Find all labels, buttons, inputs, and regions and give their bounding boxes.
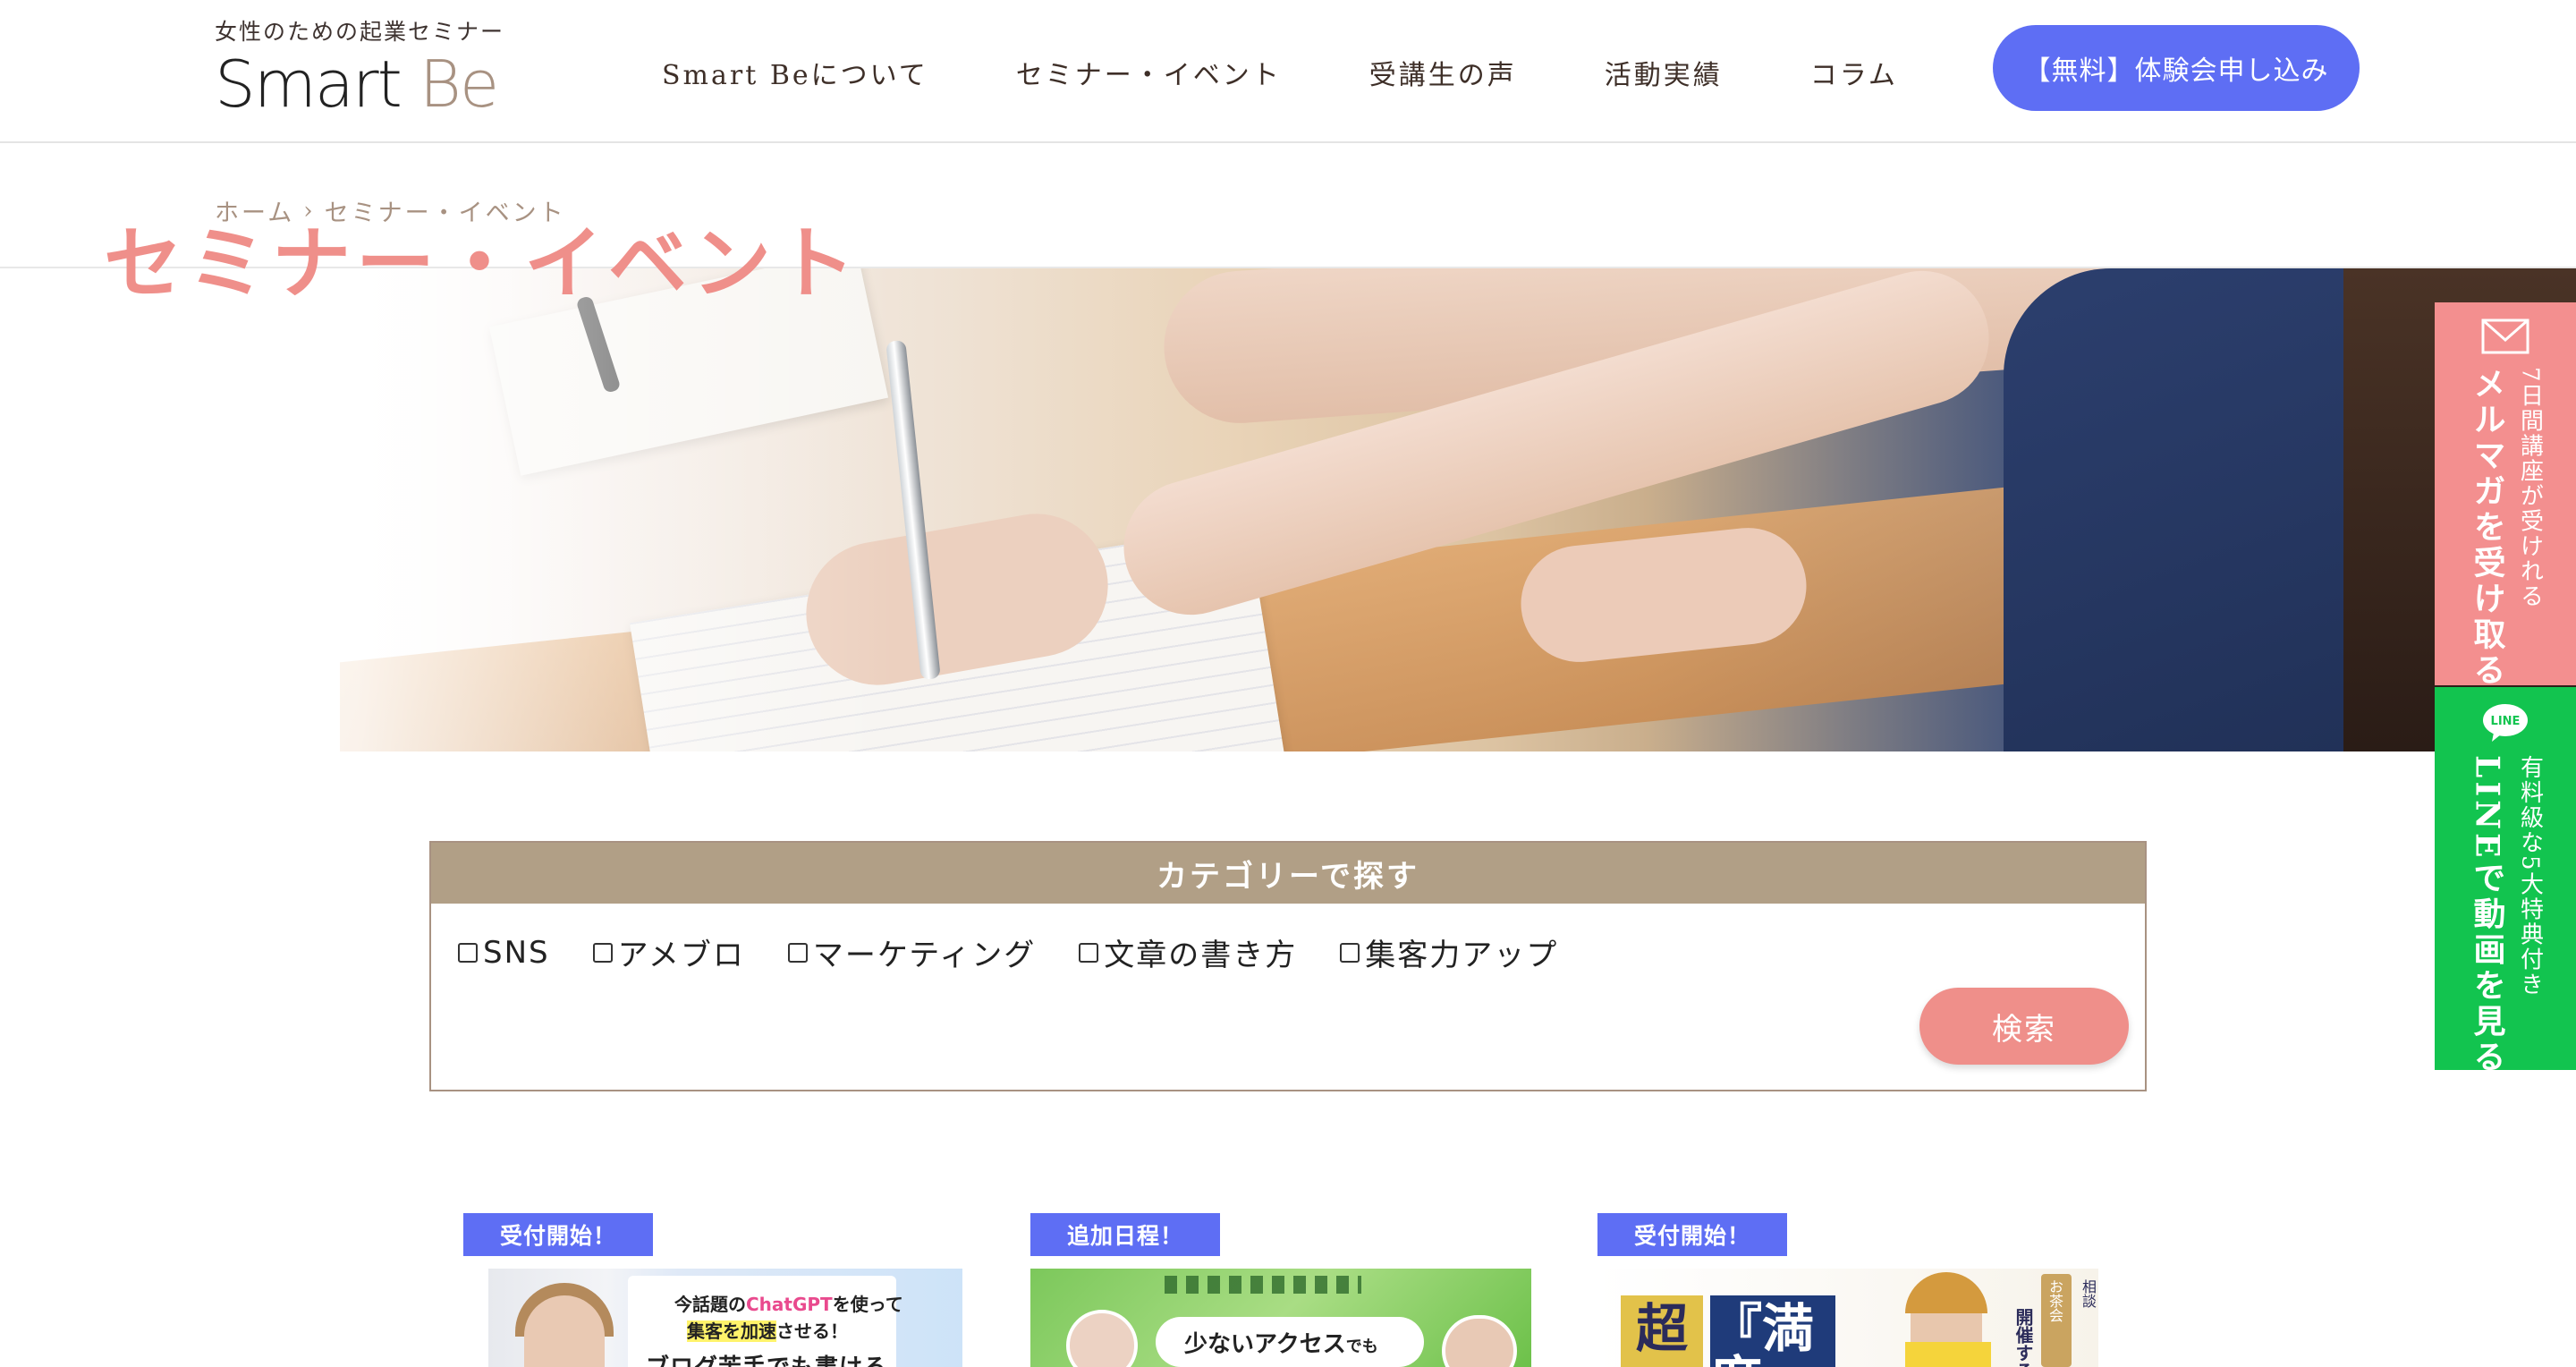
line-side-text: 有料級な5大特典付き LINEで動画を見る [2464, 755, 2547, 1076]
thumbnail-text-part: ChatGPT [746, 1294, 833, 1315]
checkbox[interactable] [1079, 942, 1099, 963]
hero-fade-overlay [0, 268, 894, 751]
seminar-thumbnail[interactable]: 今話題のChatGPTを使って 集客を加速させる！ ブログ苦手でも書ける [488, 1269, 962, 1367]
thumbnail-decoration [1165, 1276, 1361, 1294]
line-icon-label: LINE [2491, 715, 2521, 728]
main-nav: Smart Beについて セミナー・イベント 受講生の声 活動実績 コラム [662, 50, 1898, 95]
seminar-thumbnail[interactable]: 超 『満席 開催するため お茶会 相談 [1597, 1269, 2098, 1367]
thumbnail-photo-hair [1905, 1272, 1987, 1313]
thumbnail-photo [1442, 1315, 1517, 1367]
thumbnail-tag-text: お茶会 [2046, 1279, 2063, 1322]
line-subtitle: 有料級な5大特典付き [2516, 755, 2544, 998]
category-option-attraction[interactable]: 集客力アップ [1340, 930, 1558, 974]
site-header: 女性のための起業セミナー Smart Be Smart Beについて セミナー・… [0, 0, 2576, 143]
thumbnail-text-part: させる！ [776, 1320, 848, 1342]
category-option-label: 文章の書き方 [1104, 938, 1298, 973]
logo-text-be: Be [419, 47, 499, 122]
thumbnail-text: 開催するため [2012, 1308, 2034, 1367]
category-option-ameblo[interactable]: アメブロ [592, 930, 745, 974]
nav-item-about[interactable]: Smart Beについて [662, 53, 928, 92]
status-badge: 受付開始！ [1597, 1213, 1787, 1256]
nav-item-seminar[interactable]: セミナー・イベント [1016, 53, 1282, 92]
thumbnail-text: 少ないアクセスでも [1184, 1326, 1378, 1359]
thumbnail-text-part: でも [1345, 1337, 1378, 1356]
newsletter-subtitle: 7日間講座が受けれる [2516, 367, 2544, 609]
page-title: セミナー・イベント [104, 217, 861, 310]
category-option-marketing[interactable]: マーケティング [787, 930, 1037, 974]
thumbnail-photo [1066, 1310, 1138, 1367]
checkbox[interactable] [458, 942, 478, 963]
category-options: SNS アメブロ マーケティング 文章の書き方 集客力アップ [458, 930, 1601, 974]
thumbnail-photo-outfit [1905, 1342, 1991, 1367]
thumbnail-text: 超 [1621, 1295, 1703, 1367]
checkbox[interactable] [1340, 942, 1360, 963]
trial-signup-button[interactable]: 【無料】体験会申し込み [1993, 25, 2360, 111]
category-option-writing[interactable]: 文章の書き方 [1079, 930, 1297, 974]
logo-wordmark: Smart Be [215, 52, 499, 116]
hero-banner [0, 268, 2576, 751]
category-option-label: SNS [483, 934, 550, 971]
seminar-card[interactable]: 受付開始！ 超 『満席 開催するため お茶会 相談 [1597, 1213, 2098, 1367]
newsletter-side-text: 7日間講座が受けれる メルマガを受け取る [2464, 367, 2547, 689]
mail-icon [2480, 318, 2530, 354]
nav-item-voices[interactable]: 受講生の声 [1369, 53, 1517, 92]
seminar-card[interactable]: 追加日程！ 少ないアクセスでも [1030, 1213, 1531, 1367]
logo-text-smart: Smart [215, 47, 402, 122]
thumbnail-text-part: 集客を加速 [687, 1320, 776, 1342]
thumbnail-text-part: を使って [832, 1294, 903, 1315]
newsletter-side-tab[interactable]: 7日間講座が受けれる メルマガを受け取る [2435, 302, 2576, 689]
category-option-sns[interactable]: SNS [458, 935, 550, 971]
search-button[interactable]: 検索 [1919, 988, 2129, 1065]
thumbnail-text-part: 少ないアクセス [1184, 1331, 1346, 1358]
status-badge: 追加日程！ [1030, 1213, 1220, 1256]
logo-tagline: 女性のための起業セミナー [215, 19, 505, 45]
checkbox[interactable] [787, 942, 808, 963]
thumbnail-text: 今話題のChatGPTを使って [674, 1290, 903, 1316]
thumbnail-photo [524, 1295, 605, 1367]
thumbnail-text-part: 今話題の [674, 1294, 746, 1315]
category-option-label: マーケティング [812, 938, 1037, 973]
thumbnail-text: 『満席 [1710, 1295, 1835, 1367]
newsletter-title: メルマガを受け取る [2468, 367, 2506, 689]
line-title: LINEで動画を見る [2468, 755, 2506, 1076]
thumbnail-text: 集客を加速させる！ [687, 1317, 848, 1343]
category-search-heading: カテゴリーで探す [431, 843, 2145, 904]
site-logo[interactable]: 女性のための起業セミナー Smart Be [215, 14, 505, 122]
category-search-box: カテゴリーで探す SNS アメブロ マーケティング 文章の書き方 集客力アップ … [429, 841, 2147, 1091]
thumbnail-text: ブログ苦手でも書ける [646, 1349, 887, 1367]
line-side-tab[interactable]: LINE 有料級な5大特典付き LINEで動画を見る [2435, 687, 2576, 1076]
nav-item-column[interactable]: コラム [1810, 53, 1898, 92]
nav-item-achievements[interactable]: 活動実績 [1605, 53, 1723, 92]
status-badge: 受付開始！ [463, 1213, 653, 1256]
thumbnail-tag-text: 相談 [2080, 1279, 2097, 1308]
seminar-thumbnail[interactable]: 少ないアクセスでも [1030, 1269, 1531, 1367]
category-option-label: 集客力アップ [1365, 938, 1559, 973]
seminar-card[interactable]: 受付開始！ 今話題のChatGPTを使って 集客を加速させる！ ブログ苦手でも書… [463, 1213, 964, 1367]
checkbox[interactable] [592, 942, 613, 963]
line-icon: LINE [2480, 703, 2530, 743]
category-option-label: アメブロ [617, 938, 745, 973]
